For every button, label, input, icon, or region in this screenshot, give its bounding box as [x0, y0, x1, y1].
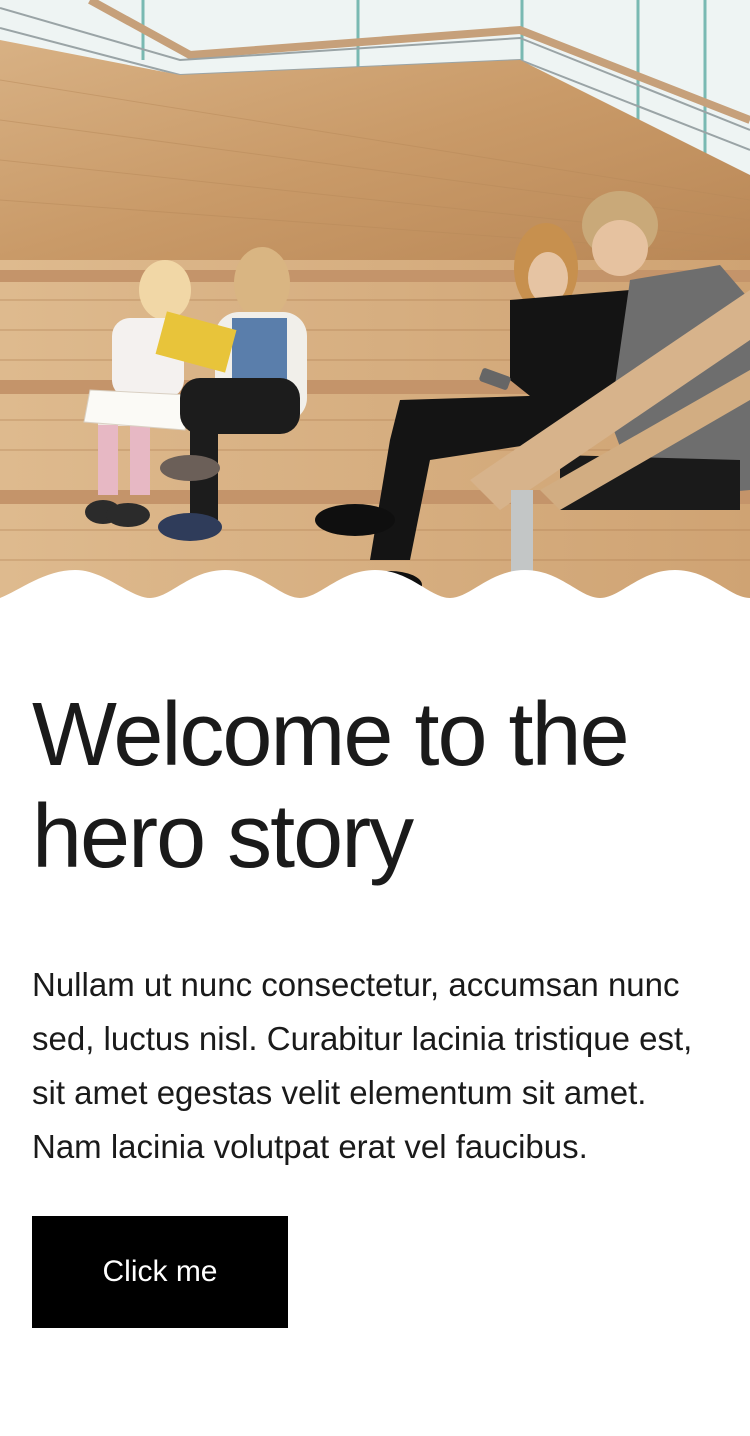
click-me-button[interactable]: Click me [32, 1216, 288, 1328]
hero-image [0, 0, 750, 600]
page-title: Welcome to the hero story [32, 685, 630, 887]
hero-section [0, 0, 750, 600]
intro-paragraph: Nullam ut nunc consectetur, accumsan nun… [32, 966, 693, 1165]
hero-story-content: Welcome to the hero story Nullam ut nunc… [0, 684, 750, 1328]
